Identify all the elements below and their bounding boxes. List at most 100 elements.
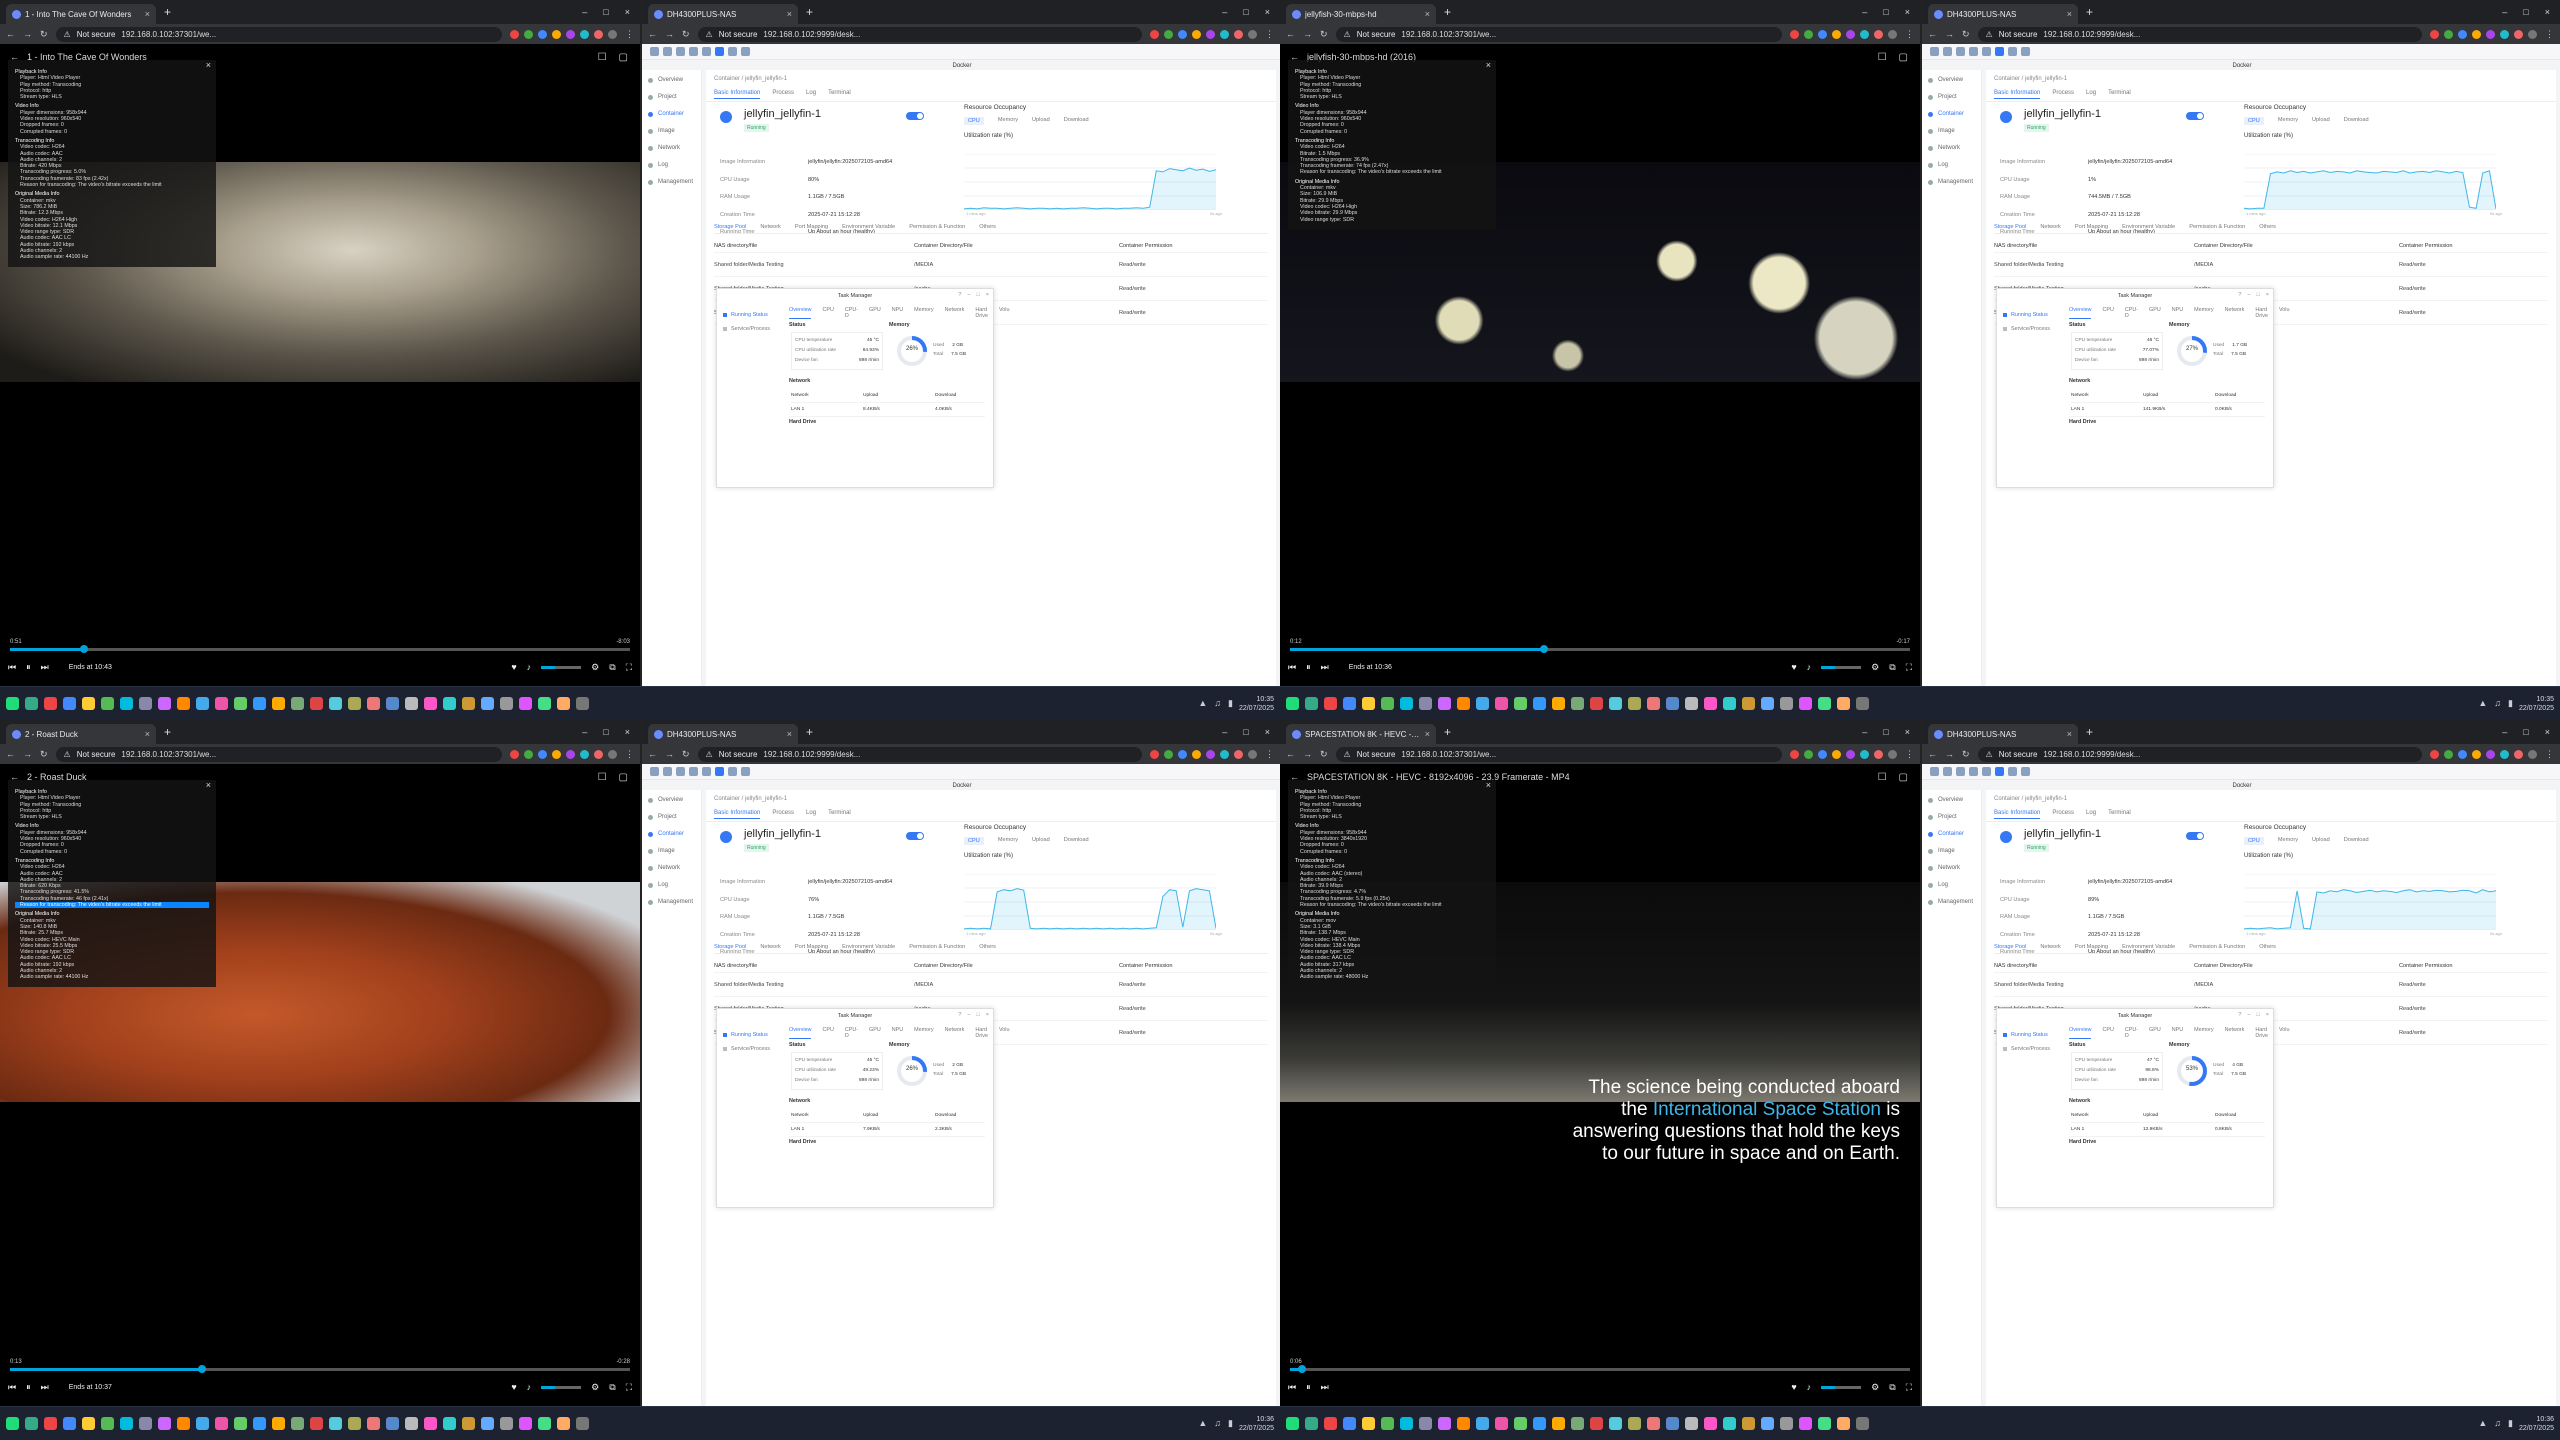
taskbar-app-icon[interactable] — [139, 697, 152, 710]
storage-tab[interactable]: Others — [2259, 944, 2276, 950]
storage-tab[interactable]: Permission & Function — [909, 944, 965, 950]
tm-tab[interactable]: CPU-D — [845, 307, 858, 319]
app-launcher-icon[interactable] — [2021, 767, 2030, 776]
taskbar-app-icon[interactable] — [1400, 1417, 1413, 1430]
maximize-window-icon[interactable]: □ — [1243, 7, 1248, 17]
app-launcher-icon[interactable] — [1969, 47, 1978, 56]
maximize-window-icon[interactable]: □ — [1883, 7, 1888, 17]
back-icon[interactable]: ← — [6, 749, 15, 759]
maximize-window-icon[interactable]: □ — [603, 7, 608, 17]
tm-tab[interactable]: Volu — [999, 307, 1010, 319]
taskbar-clock[interactable]: 10:35 22/07/2025 — [2519, 695, 2554, 713]
taskbar-app-icon[interactable] — [481, 697, 494, 710]
storage-tab[interactable]: Network — [2040, 224, 2061, 230]
taskbar-app-icon[interactable] — [1818, 1417, 1831, 1430]
taskbar-app-icon[interactable] — [1476, 697, 1489, 710]
taskbar-app-icon[interactable] — [1476, 1417, 1489, 1430]
taskbar-app-icon[interactable] — [1647, 1417, 1660, 1430]
taskbar-app-icon[interactable] — [1419, 697, 1432, 710]
extension-icon[interactable] — [2500, 749, 2509, 759]
resource-tab-cpu[interactable]: CPU — [964, 117, 984, 125]
minimize-window-icon[interactable]: – — [582, 7, 587, 17]
tab-close-icon[interactable]: × — [2067, 729, 2072, 739]
taskbar-app-icon[interactable] — [1666, 1417, 1679, 1430]
maximize-window-icon[interactable]: □ — [1883, 727, 1888, 737]
app-launcher-icon[interactable] — [702, 767, 711, 776]
extension-icon[interactable] — [2430, 749, 2439, 759]
tm-sidebar-item[interactable]: Service/Process — [2003, 1041, 2065, 1055]
taskbar-app-icon[interactable] — [1628, 697, 1641, 710]
storage-tab[interactable]: Storage Pool — [1994, 944, 2026, 950]
app-launcher-icon[interactable] — [741, 47, 750, 56]
app-launcher-icon[interactable] — [1995, 767, 2004, 776]
address-bar[interactable]: ⚠ Not secure 192.168.0.102:9999/desk... — [1977, 26, 2422, 42]
new-tab-icon[interactable]: + — [164, 725, 171, 739]
close-icon[interactable]: × — [986, 292, 989, 298]
storage-tab[interactable]: Network — [760, 224, 781, 230]
tm-tab[interactable]: GPU — [2149, 307, 2161, 319]
extension-icon[interactable] — [1846, 749, 1855, 759]
extension-icon[interactable] — [2430, 29, 2439, 39]
back-icon[interactable]: ← — [1286, 29, 1295, 39]
container-toggle[interactable] — [2186, 832, 2204, 840]
extension-icon[interactable] — [2458, 29, 2467, 39]
tab-terminal[interactable]: Terminal — [828, 90, 851, 99]
browser-tab[interactable]: DH4300PLUS-NAS × — [1928, 4, 2078, 24]
app-launcher-icon[interactable] — [663, 47, 672, 56]
tm-tab[interactable]: GPU — [869, 1027, 881, 1039]
tab-log[interactable]: Log — [806, 810, 816, 819]
app-launcher-icon[interactable] — [1943, 767, 1952, 776]
taskbar-app-icon[interactable] — [25, 697, 38, 710]
extension-icon[interactable] — [524, 749, 533, 759]
taskbar-app-icon[interactable] — [1685, 1417, 1698, 1430]
taskbar-app-icon[interactable] — [139, 1417, 152, 1430]
taskbar-clock[interactable]: 10:36 22/07/2025 — [1239, 1415, 1274, 1433]
address-bar[interactable]: ⚠ Not secure 192.168.0.102:9999/desk... — [697, 26, 1142, 42]
app-launcher-icon[interactable] — [676, 47, 685, 56]
taskbar-app-icon[interactable] — [576, 697, 589, 710]
forward-icon[interactable]: → — [23, 29, 32, 39]
back-icon[interactable]: ← — [1928, 749, 1937, 759]
tm-tab[interactable]: Hard Drive — [2255, 1027, 2268, 1039]
taskbar-app-icon[interactable] — [1799, 697, 1812, 710]
volume-icon[interactable]: ♪ — [527, 662, 532, 672]
container-toggle[interactable] — [906, 832, 924, 840]
taskbar-app-icon[interactable] — [1419, 1417, 1432, 1430]
sidebar-item-container[interactable]: Container — [1922, 824, 1981, 841]
tm-tab[interactable]: Network — [945, 307, 965, 319]
close-window-icon[interactable]: × — [1265, 727, 1270, 737]
taskbar-app-icon[interactable] — [1324, 697, 1337, 710]
taskbar-app-icon[interactable] — [367, 697, 380, 710]
app-launcher-icon[interactable] — [1930, 47, 1939, 56]
sidebar-item-project[interactable]: Project — [642, 87, 701, 104]
sidebar-item-management[interactable]: Management — [642, 172, 701, 189]
minimize-window-icon[interactable]: – — [2502, 727, 2507, 737]
fullscreen-icon[interactable]: ▢ — [1899, 52, 1908, 63]
help-icon[interactable]: ? — [958, 1012, 961, 1018]
tm-tab[interactable]: Hard Drive — [975, 1027, 988, 1039]
volume-icon[interactable]: ♪ — [527, 1382, 532, 1392]
taskbar-app-icon[interactable] — [1400, 697, 1413, 710]
resource-tab-download[interactable]: Download — [1064, 117, 1089, 125]
taskbar-app-icon[interactable] — [120, 697, 133, 710]
sidebar-item-image[interactable]: Image — [1922, 841, 1981, 858]
extension-icon[interactable] — [2514, 749, 2523, 759]
tm-sidebar-item[interactable]: Service/Process — [723, 1041, 785, 1055]
tm-tab[interactable]: CPU-D — [2125, 307, 2138, 319]
close-icon[interactable]: × — [2266, 292, 2269, 298]
volume-icon[interactable]: ♪ — [1807, 1382, 1812, 1392]
new-tab-icon[interactable]: + — [806, 5, 813, 19]
taskbar-app-icon[interactable] — [82, 697, 95, 710]
extension-icon[interactable] — [1790, 749, 1799, 759]
wifi-icon[interactable]: ▲ — [2478, 1418, 2487, 1429]
container-toggle[interactable] — [906, 112, 924, 120]
app-launcher-icon[interactable] — [650, 767, 659, 776]
tm-tab[interactable]: Network — [2225, 1027, 2245, 1039]
tm-sidebar-item[interactable]: Running Status — [723, 1027, 785, 1041]
sidebar-item-management[interactable]: Management — [1922, 172, 1981, 189]
extension-icon[interactable] — [524, 29, 533, 39]
favorite-heart-icon[interactable]: ♥ — [1791, 662, 1796, 672]
extension-icon[interactable] — [566, 29, 575, 39]
next-icon[interactable]: ⏭ — [1321, 662, 1329, 673]
resource-tab-download[interactable]: Download — [2344, 117, 2369, 125]
